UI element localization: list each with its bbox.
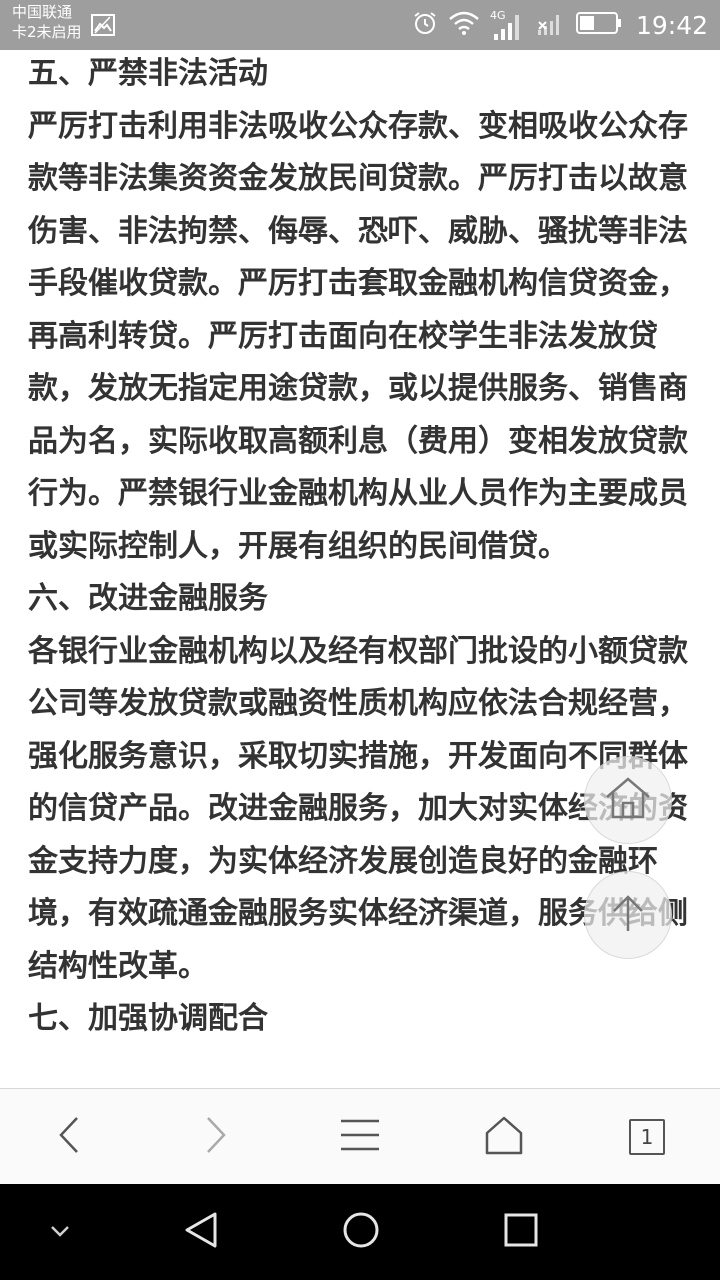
carrier-name: 中国联通 <box>12 3 73 21</box>
nav-back-button[interactable] <box>151 1184 251 1280</box>
nav-recent-button[interactable] <box>471 1184 571 1280</box>
recent-square-icon <box>504 1213 538 1251</box>
home-circle-icon <box>342 1211 380 1253</box>
sim2-status: 卡2未启用 <box>12 23 82 41</box>
menu-button[interactable] <box>310 1089 410 1185</box>
forward-button[interactable] <box>165 1089 265 1185</box>
back-button[interactable] <box>20 1089 120 1185</box>
back-to-top-button[interactable] <box>584 871 672 959</box>
section-heading-7: 七、加强协调配合 <box>28 1001 268 1036</box>
status-bar: 中国联通 卡2未启用 4G 19:42 <box>0 0 720 50</box>
browser-home-button[interactable] <box>454 1089 554 1185</box>
home-icon <box>484 1115 524 1159</box>
nav-home-button[interactable] <box>311 1184 411 1280</box>
signal-no-sim-icon <box>536 8 566 42</box>
back-icon <box>55 1115 85 1159</box>
hide-keyboard-icon <box>49 1223 71 1242</box>
carrier-info: 中国联通 卡2未启用 <box>12 2 82 42</box>
arrow-up-icon <box>606 891 650 939</box>
hide-keyboard-button[interactable] <box>10 1184 110 1280</box>
battery-icon <box>575 11 622 39</box>
signal-icon: 4G <box>490 7 526 43</box>
tab-count: 1 <box>629 1119 665 1155</box>
image-icon <box>91 14 115 40</box>
forward-icon <box>200 1115 230 1159</box>
menu-icon <box>340 1118 380 1156</box>
alarm-icon <box>412 10 438 40</box>
tabs-button[interactable]: 1 <box>597 1089 697 1185</box>
section-heading-6: 六、改进金融服务 <box>28 581 268 616</box>
wifi-icon <box>448 10 480 40</box>
browser-toolbar: 1 <box>0 1088 720 1184</box>
back-triangle-icon <box>183 1211 219 1253</box>
floating-home-button[interactable] <box>584 756 672 844</box>
clock: 19:42 <box>635 10 708 40</box>
status-icons: 4G 19:42 <box>412 0 708 50</box>
section-body-5: 严厉打击利用非法吸收公众存款、变相吸收公众存款等非法集资资金发放民间贷款。严厉打… <box>28 108 688 564</box>
home-icon <box>603 775 653 825</box>
section-heading-5: 五、严禁非法活动 <box>28 56 268 91</box>
system-navigation-bar <box>0 1184 720 1280</box>
